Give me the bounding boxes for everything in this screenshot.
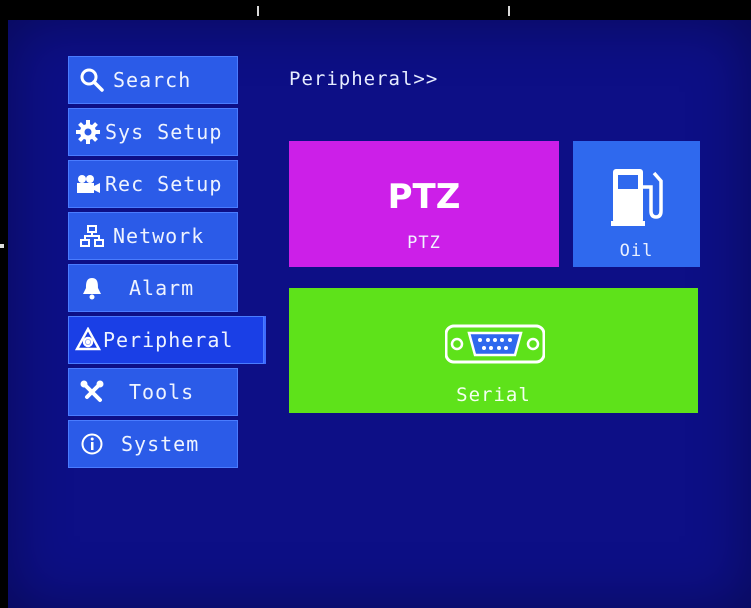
serial-tile[interactable]: Serial — [289, 288, 698, 413]
menu-item-label: Alarm — [129, 276, 195, 300]
bell-icon — [77, 273, 107, 303]
top-tick-right — [508, 6, 510, 16]
edge-marker — [0, 244, 4, 248]
menu-item-alarm[interactable]: Alarm — [68, 264, 238, 312]
menu-item-network[interactable]: Network — [68, 212, 238, 260]
menu-item-tools[interactable]: Tools — [68, 368, 238, 416]
ptz-title: PTZ — [387, 177, 461, 217]
breadcrumb: Peripheral>> — [289, 68, 439, 90]
top-tick-left — [257, 6, 259, 16]
menu-item-label: Tools — [129, 380, 195, 404]
menu-item-label: Search — [113, 68, 192, 92]
tools-icon — [77, 377, 107, 407]
menu-item-system[interactable]: System — [68, 420, 238, 468]
menu-item-label: Network — [113, 224, 205, 248]
network-icon — [77, 221, 107, 251]
info-icon — [77, 429, 107, 459]
ptz-caption: PTZ — [407, 233, 441, 253]
serial-port-icon — [444, 324, 546, 368]
menu-item-rec-setup[interactable]: Rec Setup — [68, 160, 238, 208]
peripheral-icon — [73, 325, 103, 355]
oil-caption: Oil — [619, 241, 654, 261]
menu-item-peripheral[interactable]: Peripheral — [68, 316, 264, 364]
menu-item-search[interactable]: Search — [68, 56, 238, 104]
menu-item-label: Rec Setup — [105, 172, 223, 196]
serial-caption: Serial — [456, 384, 531, 406]
camera-icon — [73, 169, 103, 199]
fuel-pump-icon — [611, 167, 667, 231]
oil-tile[interactable]: Oil — [573, 141, 700, 267]
ptz-tile[interactable]: PTZ PTZ — [289, 141, 559, 267]
menu-item-label: Peripheral — [103, 328, 234, 352]
menu-item-label: Sys Setup — [105, 120, 223, 144]
search-icon — [77, 65, 107, 95]
menu-item-label: System — [121, 432, 200, 456]
gear-icon — [73, 117, 103, 147]
menu-item-sys-setup[interactable]: Sys Setup — [68, 108, 238, 156]
